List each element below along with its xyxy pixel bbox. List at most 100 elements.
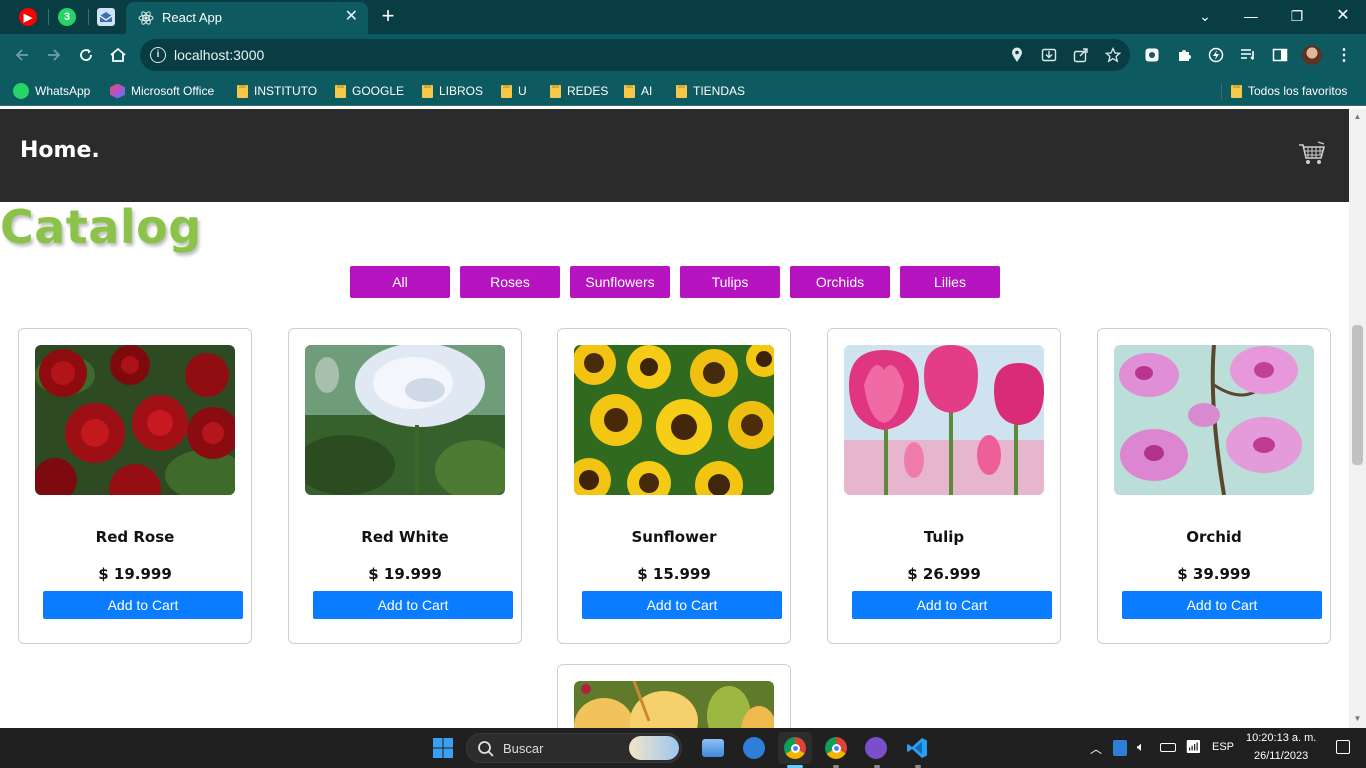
home-button[interactable] [106,43,130,67]
bookmark-whatsapp[interactable]: WhatsApp [13,82,90,100]
pinned-tab-whatsapp[interactable]: 3 [50,5,84,29]
product-name: Tulip [923,528,965,546]
side-panel-icon[interactable] [1269,44,1291,66]
bookmark-star-icon[interactable] [1102,44,1124,66]
arrow-right-icon [48,49,61,61]
pinned-tab-youtube[interactable]: ▶ [11,5,45,29]
restore-button[interactable]: ❐ [1282,4,1312,28]
bookmark-folder-libros[interactable]: LIBROS [422,82,483,100]
product-name: Red Rose [95,528,175,546]
arrow-left-icon [15,49,28,61]
filter-all-button[interactable]: All [350,266,450,298]
profile-avatar[interactable] [1301,44,1323,66]
filter-roses-button[interactable]: Roses [460,266,560,298]
product-card: Sunflower $ 15.999 Add to Cart [557,328,791,644]
folder-icon [422,84,433,98]
react-icon [138,11,154,25]
minimize-button[interactable]: — [1236,4,1266,28]
bookmark-folder-instituto[interactable]: INSTITUTO [237,82,317,100]
wifi-icon[interactable]: 📶︎ [1185,739,1202,755]
add-to-cart-button[interactable]: Add to Cart [313,591,513,619]
site-info-icon[interactable]: i [150,47,166,63]
reading-list-icon[interactable] [1237,44,1259,66]
folder-icon [335,84,346,98]
location-icon[interactable] [1006,44,1028,66]
install-app-icon[interactable] [1038,44,1060,66]
back-button[interactable] [10,43,34,67]
close-tab-icon[interactable]: ✕ [345,8,358,26]
filter-sunflowers-button[interactable]: Sunflowers [570,266,670,298]
taskbar-file-explorer[interactable] [696,732,730,764]
address-bar[interactable]: i localhost:3000 [140,39,1130,71]
page-scrollbar[interactable]: ▲ ▼ [1349,109,1366,728]
product-image-red-rose [35,345,235,495]
bookmark-label: AI [641,84,653,98]
bookmark-all-favorites[interactable]: Todos los favoritos [1231,82,1347,100]
tab-search-chevron-icon[interactable]: ⌄ [1190,4,1220,28]
forward-button[interactable] [42,43,66,67]
search-icon [478,741,494,757]
browser-tab-bar: ▶ 3 React App ✕ + ⌄ — ❐ ✕ [0,0,1366,34]
filter-tulips-button[interactable]: Tulips [680,266,780,298]
reload-button[interactable] [74,43,98,67]
filter-orchids-button[interactable]: Orchids [790,266,890,298]
bookmark-folder-tiendas[interactable]: TIENDAS [676,82,745,100]
tray-chevron-icon[interactable]: ︿ [1090,740,1102,757]
product-price: $ 26.999 [907,565,981,583]
filter-lilies-button[interactable]: Lilies [900,266,1000,298]
chrome-icon [825,737,847,759]
product-card: Tulip $ 26.999 Add to Cart [827,328,1061,644]
taskbar-chrome-profile[interactable] [819,732,853,764]
taskbar-vscode[interactable] [900,732,934,764]
office-icon [110,83,125,99]
bookmark-folder-u[interactable]: U [501,82,527,100]
bookmark-label: Todos los favoritos [1248,84,1348,98]
search-placeholder: Buscar [503,741,544,756]
extension-record-icon[interactable] [1141,44,1163,66]
bookmark-microsoft-office[interactable]: Microsoft Office [110,82,214,100]
bookmark-folder-redes[interactable]: REDES [550,82,608,100]
extension-bolt-icon[interactable] [1205,44,1227,66]
clock-time[interactable]: 10:20:13 a. m. [1246,732,1316,744]
add-to-cart-button[interactable]: Add to Cart [1122,591,1322,619]
youtube-icon: ▶ [19,8,37,26]
tab-react-app[interactable]: React App ✕ [126,2,368,34]
language-indicator[interactable]: ESP [1212,741,1234,753]
security-shield-icon[interactable] [1113,740,1127,756]
add-to-cart-button[interactable]: Add to Cart [43,591,243,619]
mail-icon [97,8,115,26]
taskbar-chrome[interactable] [778,732,812,764]
taskbar-app-blue[interactable] [737,732,771,764]
speaker-icon[interactable]: 🔈︎ [1137,739,1145,755]
catalog-title: Catalog [0,200,202,254]
bookmark-label: TIENDAS [693,84,746,98]
scroll-down-icon[interactable]: ▼ [1353,714,1362,723]
share-icon[interactable] [1070,44,1092,66]
bookmark-folder-google[interactable]: GOOGLE [335,82,404,100]
menu-dots-icon[interactable]: ⋮ [1333,44,1355,66]
shopping-cart-icon[interactable] [1298,141,1326,167]
start-button[interactable] [426,732,460,764]
battery-icon[interactable] [1160,743,1176,752]
brand-home-link[interactable]: Home. [20,138,100,163]
taskbar-search[interactable]: Buscar [466,733,682,763]
github-icon [865,737,887,759]
notifications-icon[interactable] [1336,740,1350,754]
product-price: $ 15.999 [637,565,711,583]
bookmarks-bar: WhatsApp Microsoft Office INSTITUTO GOOG… [0,76,1366,106]
close-window-button[interactable]: ✕ [1328,4,1358,28]
new-tab-button[interactable]: + [377,5,399,28]
search-highlight-icon [629,736,679,760]
extensions-puzzle-icon[interactable] [1173,44,1195,66]
scrollbar-thumb[interactable] [1352,325,1363,465]
clock-date[interactable]: 26/11/2023 [1254,750,1308,762]
bookmark-folder-ai[interactable]: AI [624,82,652,100]
product-name: Red White [361,528,449,546]
taskbar-github[interactable] [859,732,893,764]
scroll-up-icon[interactable]: ▲ [1353,112,1362,121]
add-to-cart-button[interactable]: Add to Cart [582,591,782,619]
add-to-cart-button[interactable]: Add to Cart [852,591,1052,619]
pinned-tab-mail[interactable] [89,5,123,29]
chrome-icon [784,737,806,759]
url-text: localhost:3000 [174,47,265,63]
